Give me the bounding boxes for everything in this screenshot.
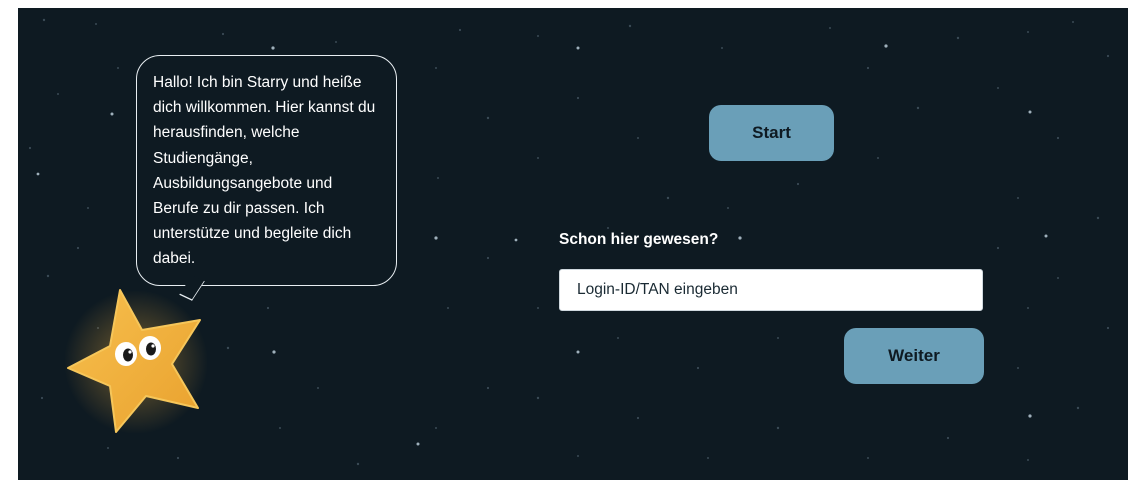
welcome-stage: Hallo! Ich bin Starry und heiße dich wil… <box>18 8 1128 480</box>
continue-button[interactable]: Weiter <box>844 328 984 384</box>
star-mascot-icon <box>64 289 208 434</box>
start-button[interactable]: Start <box>709 105 834 161</box>
returning-user-label: Schon hier gewesen? <box>559 231 719 248</box>
welcome-message: Hallo! Ich bin Starry und heiße dich wil… <box>153 74 376 268</box>
speech-bubble: Hallo! Ich bin Starry und heiße dich wil… <box>136 55 397 301</box>
login-id-input[interactable] <box>559 269 983 311</box>
